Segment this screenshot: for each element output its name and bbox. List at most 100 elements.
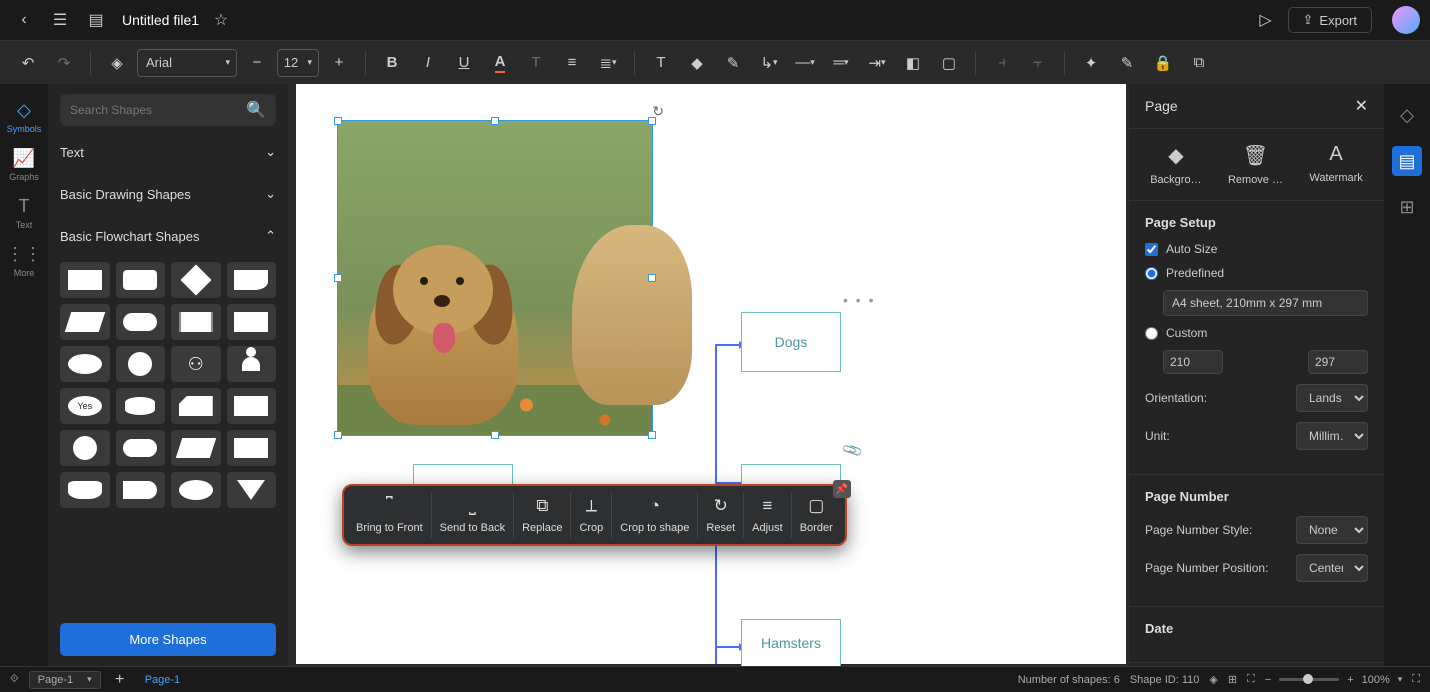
- layers-icon[interactable]: ◈: [1209, 673, 1217, 686]
- file-icon[interactable]: ▤: [82, 6, 110, 34]
- reset-button[interactable]: ↻Reset: [698, 492, 744, 538]
- shape-ellipse[interactable]: [60, 346, 110, 382]
- connector-button[interactable]: ↳: [753, 47, 785, 79]
- bring-to-front-button[interactable]: ⎴Bring to Front: [348, 492, 432, 538]
- page-selector[interactable]: Page-1▾: [29, 671, 101, 689]
- effects-button[interactable]: ✦: [1075, 47, 1107, 79]
- format-painter-button[interactable]: ◈: [101, 47, 133, 79]
- shape-person[interactable]: [227, 346, 277, 382]
- align-objects-button[interactable]: ⫞: [986, 47, 1018, 79]
- font-size-input[interactable]: 12▾: [277, 49, 319, 77]
- search-shapes[interactable]: 🔍: [60, 94, 276, 126]
- page-number-position-select[interactable]: Center: [1296, 554, 1368, 582]
- undo-button[interactable]: ↶: [12, 47, 44, 79]
- resize-handle-br[interactable]: [648, 431, 656, 439]
- shape-decision[interactable]: [171, 262, 221, 298]
- flowchart-box-hamsters[interactable]: Hamsters: [741, 619, 841, 666]
- selected-image[interactable]: ↻: [337, 120, 653, 436]
- menu-button[interactable]: ☰: [46, 6, 74, 34]
- remove-button[interactable]: 🗑Remove …: [1228, 143, 1283, 186]
- predefined-size-select[interactable]: [1163, 290, 1368, 316]
- auto-size-checkbox[interactable]: [1145, 243, 1158, 256]
- shape-delay[interactable]: [116, 472, 166, 508]
- height-input[interactable]: [1308, 350, 1368, 374]
- line-style-button[interactable]: —: [789, 47, 821, 79]
- shape-direct[interactable]: [116, 430, 166, 466]
- play-button[interactable]: ▷: [1252, 6, 1280, 34]
- shape-database[interactable]: [116, 388, 166, 424]
- category-basic-drawing[interactable]: Basic Drawing Shapes⌄: [60, 178, 276, 210]
- text-tool-button[interactable]: T: [645, 47, 677, 79]
- shape-process[interactable]: [60, 262, 110, 298]
- category-basic-flowchart[interactable]: Basic Flowchart Shapes⌃: [60, 220, 276, 252]
- border-button[interactable]: ▢Border: [792, 492, 841, 538]
- more-shapes-button[interactable]: More Shapes: [60, 623, 276, 656]
- resize-handle-bl[interactable]: [334, 431, 342, 439]
- shape-rounded[interactable]: [116, 262, 166, 298]
- shape-wave[interactable]: [60, 472, 110, 508]
- page-tab-active[interactable]: Page-1: [139, 674, 186, 686]
- resize-handle-lm[interactable]: [334, 274, 342, 282]
- shape-stored[interactable]: [227, 388, 277, 424]
- shape-oval[interactable]: [171, 472, 221, 508]
- resize-handle-bm[interactable]: [491, 431, 499, 439]
- canvas[interactable]: ↻ • • • 📎 Dogs Hamsters 📌 ⎴Bring to Fron…: [288, 84, 1129, 666]
- shape-terminator[interactable]: [116, 304, 166, 340]
- line-weight-button[interactable]: ═: [825, 47, 857, 79]
- more-dots-icon[interactable]: • • •: [843, 292, 875, 308]
- line-spacing-button[interactable]: ≣: [592, 47, 624, 79]
- bold-button[interactable]: B: [376, 47, 408, 79]
- zoom-out-button[interactable]: −: [1265, 674, 1271, 686]
- page-number-style-select[interactable]: None: [1296, 516, 1368, 544]
- theme-button[interactable]: ◇: [1392, 100, 1422, 130]
- attachment-icon[interactable]: 📎: [841, 439, 865, 462]
- rotate-handle[interactable]: ↻: [652, 103, 664, 120]
- shape-internal[interactable]: [227, 304, 277, 340]
- arrow-style-button[interactable]: ⇥: [861, 47, 893, 79]
- fit-icon[interactable]: ⛶: [1247, 673, 1255, 686]
- lock-button[interactable]: 🔒: [1147, 47, 1179, 79]
- font-size-increase[interactable]: +: [323, 47, 355, 79]
- export-button[interactable]: ⇪ Export: [1288, 7, 1372, 33]
- page-tabs-icon[interactable]: ⟐: [10, 673, 19, 686]
- distribute-button[interactable]: ⫟: [1022, 47, 1054, 79]
- category-text[interactable]: Text⌄: [60, 136, 276, 168]
- document-title[interactable]: Untitled file1: [122, 12, 199, 28]
- canvas-page[interactable]: ↻ • • • 📎 Dogs Hamsters: [296, 84, 1126, 664]
- orientation-select[interactable]: Lands…: [1296, 384, 1368, 412]
- fill-color-button[interactable]: ◆: [681, 47, 713, 79]
- layers-button[interactable]: ⊞: [1392, 192, 1422, 222]
- font-color-button[interactable]: A: [484, 47, 516, 79]
- text-highlight-button[interactable]: T: [520, 47, 552, 79]
- rail-text[interactable]: TText: [4, 190, 44, 236]
- align-button[interactable]: ≡: [556, 47, 588, 79]
- adjust-button[interactable]: ≡Adjust: [744, 492, 792, 538]
- resize-handle-tm[interactable]: [491, 117, 499, 125]
- pin-icon[interactable]: 📌: [833, 480, 851, 498]
- shape-manual[interactable]: [171, 430, 221, 466]
- resize-handle-tl[interactable]: [334, 117, 342, 125]
- background-button[interactable]: ◆Backgro…: [1150, 143, 1201, 186]
- map-icon[interactable]: ⊞: [1228, 673, 1237, 686]
- zoom-in-button[interactable]: +: [1347, 674, 1353, 686]
- rail-more[interactable]: ⋮⋮More: [4, 238, 44, 284]
- shape-yes[interactable]: Yes: [60, 388, 110, 424]
- group-button[interactable]: ⧉: [1183, 47, 1215, 79]
- shape-data[interactable]: [60, 304, 110, 340]
- shape-card[interactable]: [171, 388, 221, 424]
- zoom-value[interactable]: 100%: [1362, 674, 1390, 686]
- predefined-radio[interactable]: [1145, 267, 1158, 280]
- shape-display[interactable]: [227, 430, 277, 466]
- redo-button[interactable]: ↷: [48, 47, 80, 79]
- watermark-button[interactable]: AWatermark: [1309, 143, 1362, 186]
- shape-document[interactable]: [227, 262, 277, 298]
- custom-radio[interactable]: [1145, 327, 1158, 340]
- font-family-select[interactable]: Arial▾: [137, 49, 237, 77]
- italic-button[interactable]: I: [412, 47, 444, 79]
- shape-connector[interactable]: [60, 430, 110, 466]
- shape-circle[interactable]: [116, 346, 166, 382]
- unit-select[interactable]: Millim…: [1296, 422, 1368, 450]
- flowchart-box-dogs[interactable]: Dogs: [741, 312, 841, 372]
- connector-line[interactable]: [715, 646, 741, 648]
- shape-predefined[interactable]: [171, 304, 221, 340]
